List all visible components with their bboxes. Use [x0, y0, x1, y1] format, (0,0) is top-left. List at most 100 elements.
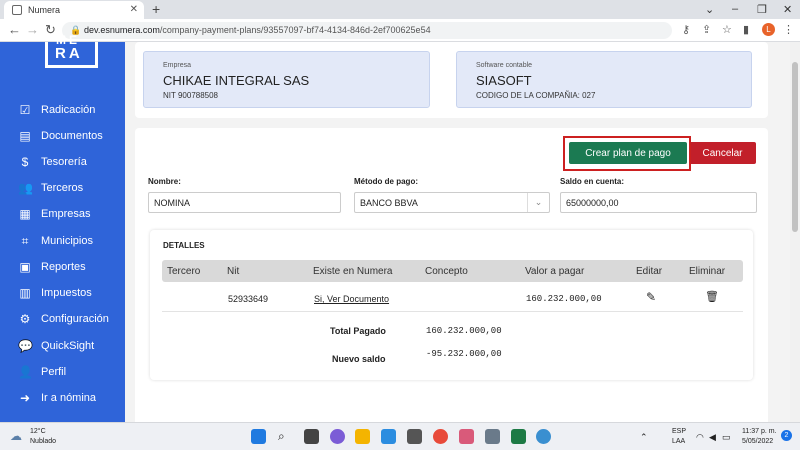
- briefcase-icon: ▦: [19, 207, 31, 221]
- users-icon: 👥: [18, 181, 33, 195]
- highlight-box: [563, 136, 691, 171]
- chat-app-icon[interactable]: [330, 429, 345, 444]
- balance-field[interactable]: 65000000,00: [560, 192, 757, 213]
- url-host: dev.esnumera.com: [84, 25, 160, 35]
- sidebar-item-perfil[interactable]: 👤 Perfil: [18, 363, 123, 381]
- tab-search-icon[interactable]: ⌄: [705, 3, 714, 16]
- address-bar-row: ← → ↻ 🔒 dev.esnumera.com/company-payment…: [0, 19, 800, 42]
- sidebar-item-radicacion[interactable]: ☑ Radicación: [18, 101, 123, 119]
- weather-desc[interactable]: Nublado: [30, 438, 56, 445]
- edit-icon[interactable]: ✎: [646, 290, 656, 304]
- snip-icon[interactable]: [459, 429, 474, 444]
- payment-method-value: BANCO BBVA: [360, 198, 418, 208]
- total-paid-value: 160.232.000,00: [426, 326, 502, 336]
- sidebar-item-label: Radicación: [41, 104, 96, 116]
- star-icon[interactable]: ☆: [722, 23, 732, 36]
- sidebar-item-documentos[interactable]: ▤ Documentos: [18, 127, 123, 145]
- details-section: DETALLES Tercero Nit Existe en Numera Co…: [150, 230, 753, 380]
- browser-tab-bar: Numera ✕ + ⌄ – ❐ ✕: [0, 0, 800, 19]
- menu-icon[interactable]: ⋮: [783, 23, 794, 36]
- details-title: DETALLES: [163, 241, 205, 250]
- sidebar-item-label: Terceros: [41, 182, 84, 194]
- search-icon[interactable]: ⌕: [278, 429, 293, 444]
- sidebar-item-tesoreria[interactable]: $ Tesorería: [18, 153, 123, 171]
- back-icon[interactable]: ←: [8, 22, 21, 37]
- map-icon: ⌗: [21, 234, 29, 248]
- key-icon[interactable]: ⚷: [682, 23, 690, 36]
- row-divider: [162, 311, 743, 312]
- chrome-icon[interactable]: [433, 429, 448, 444]
- clock-time[interactable]: 11:37 p. m.: [742, 428, 777, 435]
- maximize-button[interactable]: ❐: [757, 3, 767, 16]
- store-icon[interactable]: [407, 429, 422, 444]
- weather-icon[interactable]: ☁: [10, 429, 22, 443]
- sidebar-item-label: Municipios: [41, 235, 93, 247]
- language-code[interactable]: ESP: [672, 428, 686, 435]
- sidebar-item-label: Perfil: [41, 366, 67, 378]
- volume-icon[interactable]: ◀: [709, 432, 716, 443]
- name-field[interactable]: NOMINA: [148, 192, 341, 213]
- sidebar-item-nomina[interactable]: ➜ Ir a nómina: [18, 389, 123, 407]
- sidebar-item-label: Ir a nómina: [41, 392, 97, 404]
- payment-method-label: Método de pago:: [354, 177, 418, 186]
- cancel-button[interactable]: Cancelar: [689, 142, 756, 164]
- company-box: Empresa CHIKAE INTEGRAL SAS NIT 90078850…: [143, 51, 430, 108]
- reload-icon[interactable]: ↻: [45, 22, 56, 38]
- globe-icon[interactable]: [536, 429, 551, 444]
- company-label: Empresa: [163, 62, 192, 69]
- user-icon: 👤: [18, 365, 33, 379]
- close-icon[interactable]: ✕: [130, 4, 138, 15]
- share-icon[interactable]: ⇪: [702, 23, 711, 36]
- col-header: Valor a pagar: [525, 266, 585, 277]
- view-document-link[interactable]: Si, Ver Documento: [314, 294, 389, 304]
- logo-bottom-text: RA: [55, 45, 83, 62]
- window-close-button[interactable]: ✕: [783, 3, 792, 16]
- sidebar-item-configuracion[interactable]: ⚙ Configuración: [18, 310, 123, 328]
- sidebar-item-impuestos[interactable]: ▥ Impuestos: [18, 284, 123, 302]
- chevron-up-icon[interactable]: ⌃: [640, 432, 648, 443]
- sidebar-item-empresas[interactable]: ▦ Empresas: [18, 205, 123, 223]
- trash-icon[interactable]: 🗑: [705, 290, 719, 303]
- sidebar-item-label: Empresas: [41, 208, 91, 220]
- sidebar-item-label: Impuestos: [41, 287, 92, 299]
- browser-tab[interactable]: Numera ✕: [4, 1, 144, 19]
- numera-logo[interactable]: ME RA: [45, 33, 98, 68]
- notification-badge[interactable]: 2: [781, 430, 792, 441]
- sidebar-item-label: Reportes: [41, 261, 86, 273]
- windows-start-icon[interactable]: [251, 429, 266, 444]
- sidebar-item-quicksight[interactable]: 💬 QuickSight: [18, 337, 123, 355]
- software-label: Software contable: [476, 62, 533, 69]
- excel-icon[interactable]: [511, 429, 526, 444]
- sidebar-item-municipios[interactable]: ⌗ Municipios: [18, 232, 123, 250]
- sidebar-item-reportes[interactable]: ▣ Reportes: [18, 258, 123, 276]
- url-field[interactable]: 🔒 dev.esnumera.com/company-payment-plans…: [62, 22, 672, 39]
- scrollbar-thumb[interactable]: [792, 62, 798, 232]
- sidebar-item-label: Documentos: [41, 130, 103, 142]
- battery-icon[interactable]: ▭: [722, 432, 731, 443]
- clock-date[interactable]: 5/05/2022: [742, 438, 773, 445]
- windows-taskbar: ☁ 12°C Nublado ⌕ ⌃ ESP LAA ◠ ◀ ▭ 11:37 p…: [0, 422, 800, 450]
- minimize-button[interactable]: –: [732, 3, 738, 15]
- side-panel-icon[interactable]: ▮: [743, 23, 749, 36]
- calculator-app-icon[interactable]: [485, 429, 500, 444]
- check-square-icon: ☑: [19, 103, 31, 117]
- page-scrollbar[interactable]: [790, 42, 800, 422]
- wifi-icon[interactable]: ◠: [696, 432, 704, 443]
- new-tab-button[interactable]: +: [152, 1, 160, 17]
- profile-avatar[interactable]: L: [762, 23, 775, 36]
- gear-icon: ⚙: [19, 312, 31, 326]
- folder-icon: ▤: [19, 129, 31, 143]
- sidebar-item-terceros[interactable]: 👥 Terceros: [18, 179, 123, 197]
- task-view-icon[interactable]: [304, 429, 319, 444]
- company-name: CHIKAE INTEGRAL SAS: [163, 73, 310, 88]
- forward-icon[interactable]: →: [26, 22, 39, 37]
- cell-nit: 52933649: [228, 294, 269, 304]
- payment-method-select[interactable]: BANCO BBVA ⌄: [354, 192, 550, 213]
- col-header: Nit: [227, 266, 240, 277]
- language-layout[interactable]: LAA: [672, 438, 685, 445]
- report-icon: ▣: [19, 260, 31, 274]
- balance-value: 65000000,00: [566, 198, 619, 208]
- file-explorer-icon[interactable]: [355, 429, 370, 444]
- weather-temp[interactable]: 12°C: [30, 428, 46, 435]
- edge-icon[interactable]: [381, 429, 396, 444]
